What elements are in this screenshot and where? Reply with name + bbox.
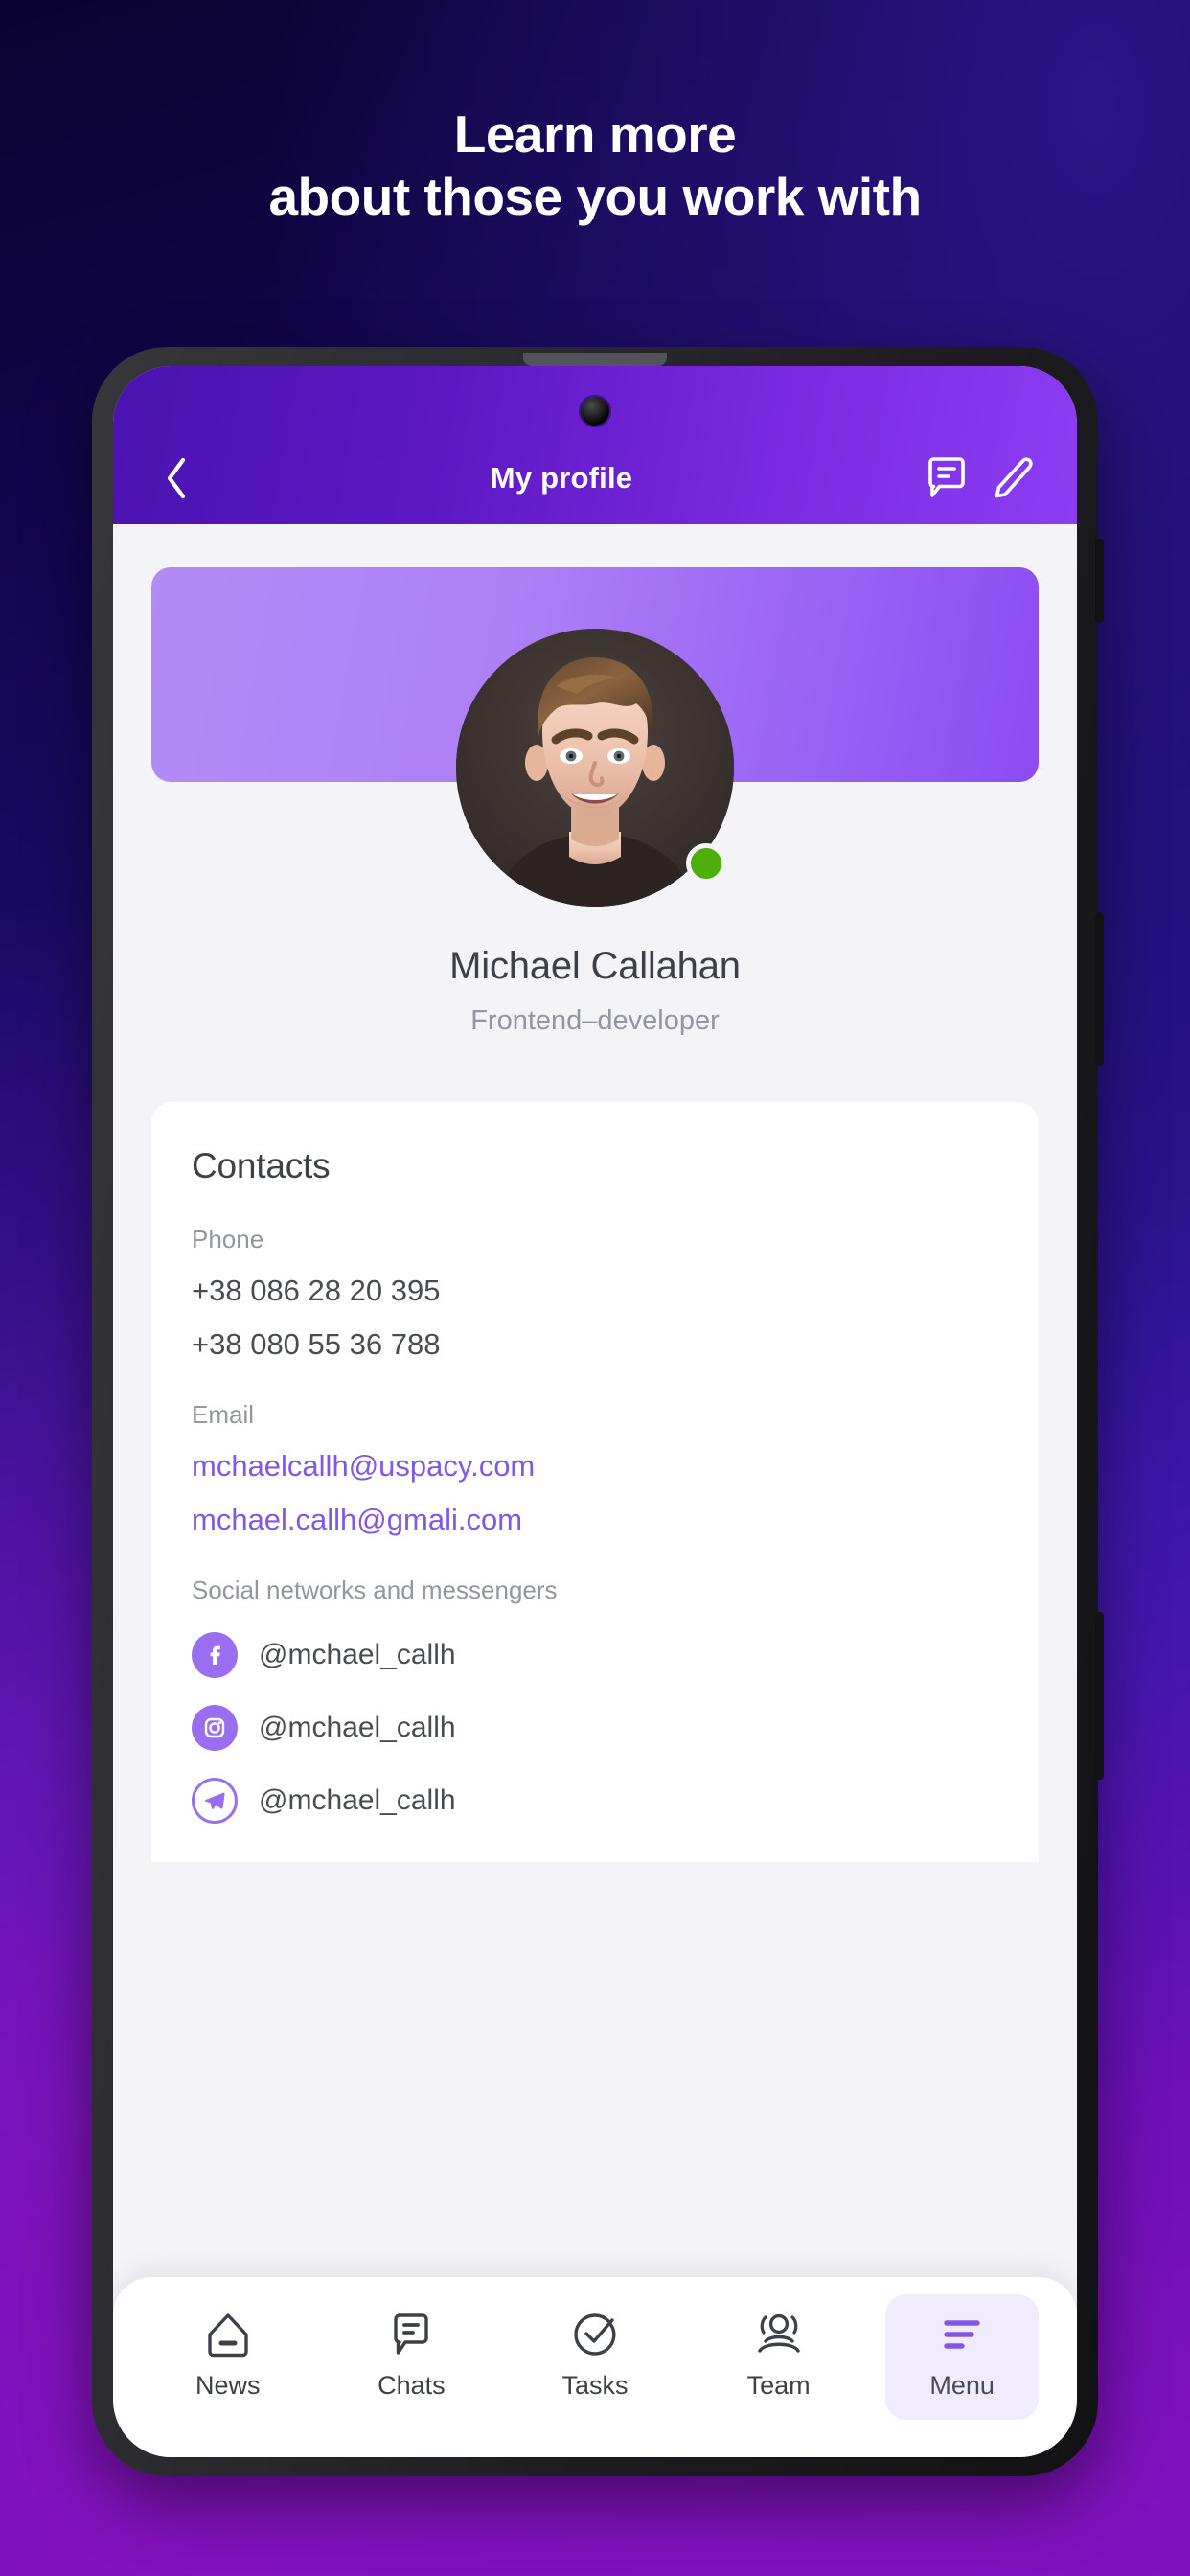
nav-item-news[interactable]: News [151, 2294, 305, 2420]
avatar-wrapper [456, 629, 734, 907]
social-handle: @mchael_callh [259, 1784, 456, 1816]
profile-name: Michael Callahan [449, 945, 741, 987]
hamburger-icon [941, 2312, 983, 2358]
back-button[interactable] [151, 453, 201, 503]
promo-headline-line-2: about those you work with [268, 166, 922, 226]
edit-pencil-icon[interactable] [989, 453, 1039, 503]
social-handle: @mchael_callh [259, 1639, 456, 1670]
contacts-card: Contacts Phone +38 086 28 20 395 +38 080… [151, 1102, 1039, 1862]
task-check-icon [572, 2312, 618, 2358]
chat-icon [390, 2312, 432, 2358]
bottom-navigation-bar: News Chats Tasks Team Menu [113, 2277, 1077, 2457]
nav-item-tasks[interactable]: Tasks [518, 2294, 672, 2420]
nav-item-menu[interactable]: Menu [885, 2294, 1040, 2420]
nav-label: Chats [378, 2371, 446, 2400]
phone-mockup-frame: My profile Michael Callahan Frontend–dev… [92, 347, 1104, 2476]
people-icon [755, 2312, 803, 2358]
home-icon [206, 2312, 250, 2358]
social-row-telegram[interactable]: @mchael_callh [192, 1778, 998, 1824]
facebook-icon [192, 1632, 238, 1678]
phone-value[interactable]: +38 086 28 20 395 [192, 1274, 998, 1308]
instagram-icon [192, 1705, 238, 1751]
app-bar-actions [922, 453, 1039, 503]
nav-label: Tasks [561, 2371, 629, 2400]
profile-cover-banner[interactable] [151, 567, 1039, 907]
promo-headline-line-1: Learn more [453, 104, 737, 164]
phone-side-button-power[interactable] [1095, 1612, 1104, 1780]
profile-role: Frontend–developer [470, 1005, 720, 1036]
promo-screenshot: Learn more about those you work with My … [0, 0, 1190, 2576]
nav-label: News [195, 2371, 261, 2400]
social-row-instagram[interactable]: @mchael_callh [192, 1705, 998, 1751]
app-bar: My profile [113, 366, 1077, 524]
social-handle: @mchael_callh [259, 1712, 456, 1743]
phone-label: Phone [192, 1225, 264, 1254]
social-row-facebook[interactable]: @mchael_callh [192, 1632, 998, 1678]
online-status-dot [686, 843, 726, 884]
phone-screen: My profile Michael Callahan Frontend–dev… [113, 366, 1077, 2457]
phone-side-button-volume[interactable] [1095, 912, 1104, 1066]
phone-side-button-mute[interactable] [1095, 539, 1104, 623]
promo-headline: Learn more about those you work with [0, 104, 1190, 228]
chat-bubble-icon[interactable] [922, 453, 972, 503]
telegram-icon [192, 1778, 238, 1824]
email-label: Email [192, 1400, 255, 1429]
social-networks-label: Social networks and messengers [192, 1576, 558, 1604]
nav-label: Team [746, 2371, 811, 2400]
nav-item-team[interactable]: Team [702, 2294, 856, 2420]
app-bar-row: My profile [113, 448, 1077, 508]
nav-label: Menu [929, 2371, 995, 2400]
identity-block: Michael Callahan Frontend–developer [113, 945, 1077, 1037]
page-title: My profile [490, 461, 633, 494]
contacts-title: Contacts [192, 1146, 331, 1185]
profile-header-section: Michael Callahan Frontend–developer [113, 567, 1077, 1062]
front-camera-punch-hole [581, 397, 609, 426]
nav-item-chats[interactable]: Chats [334, 2294, 488, 2420]
email-value[interactable]: mchaelcallh@uspacy.com [192, 1449, 998, 1484]
phone-value[interactable]: +38 080 55 36 788 [192, 1327, 998, 1362]
phone-earpiece-speaker [523, 353, 667, 366]
email-value[interactable]: mchael.callh@gmali.com [192, 1503, 998, 1537]
